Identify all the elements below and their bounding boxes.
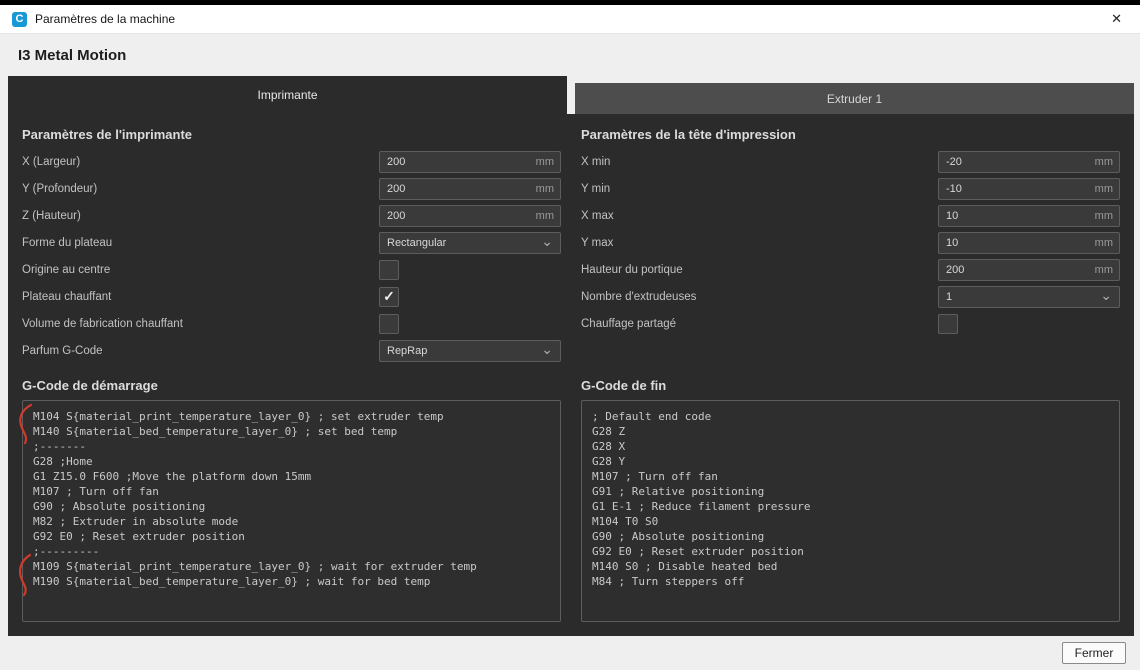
x-max-row: X max mm: [581, 202, 1120, 229]
y-min-label: Y min: [581, 182, 611, 195]
end-gcode-section: G-Code de fin ; Default end code G28 Z G…: [581, 366, 1120, 622]
printhead-settings-column: Paramètres de la tête d'impression X min…: [581, 114, 1120, 364]
machine-name: I3 Metal Motion: [18, 47, 127, 64]
shared-heater-row: Chauffage partagé: [581, 310, 1120, 337]
end-gcode-title: G-Code de fin: [581, 378, 667, 393]
origin-at-center-checkbox[interactable]: [379, 259, 399, 280]
y-min-input[interactable]: [938, 177, 1120, 200]
tab-extruder-1-label: Extruder 1: [826, 91, 883, 106]
chevron-down-icon: ⌄: [541, 232, 553, 249]
y-min-row: Y min mm: [581, 175, 1120, 202]
gcode-flavor-ctrl: RepRap ⌄: [379, 339, 561, 362]
close-icon[interactable]: ✕: [1105, 9, 1128, 29]
z-height-input[interactable]: [379, 204, 561, 227]
gcode-flavor-label: Parfum G-Code: [22, 344, 103, 357]
tab-imprimante-label: Imprimante: [257, 88, 318, 102]
gcode-flavor-row: Parfum G-Code RepRap ⌄: [22, 337, 561, 364]
gantry-height-input[interactable]: [938, 258, 1120, 281]
shared-heater-label: Chauffage partagé: [581, 317, 677, 330]
printer-settings-title: Paramètres de l'imprimante: [22, 127, 192, 142]
chevron-down-icon: ⌄: [1100, 286, 1112, 303]
extruder-count-select[interactable]: 1 ⌄: [938, 285, 1120, 308]
x-width-input[interactable]: [379, 150, 561, 173]
build-plate-shape-label: Forme du plateau: [22, 236, 113, 249]
x-max-field: mm: [938, 204, 1120, 227]
gcode-flavor-value: RepRap: [387, 344, 428, 357]
build-plate-shape-select[interactable]: Rectangular ⌄: [379, 231, 561, 254]
footer-bar: Fermer: [0, 636, 1140, 670]
x-min-label: X min: [581, 155, 611, 168]
x-max-input[interactable]: [938, 204, 1120, 227]
heated-bed-row: Plateau chauffant ✓: [22, 283, 561, 310]
end-gcode-editor[interactable]: ; Default end code G28 Z G28 X G28 Y M10…: [581, 400, 1120, 622]
extruder-count-ctrl: 1 ⌄: [938, 285, 1120, 308]
tab-imprimante[interactable]: Imprimante: [8, 76, 567, 114]
z-height-row: Z (Hauteur) mm: [22, 202, 561, 229]
heated-build-volume-ctrl: [379, 313, 561, 334]
y-depth-input[interactable]: [379, 177, 561, 200]
machine-settings-panel: Imprimante Extruder 1 Paramètres de l'im…: [8, 76, 1134, 636]
panel-body: Paramètres de l'imprimante X (Largeur) m…: [8, 114, 1134, 636]
window-titlebar: C Paramètres de la machine ✕: [0, 5, 1140, 34]
printer-settings-column: Paramètres de l'imprimante X (Largeur) m…: [22, 114, 561, 364]
extruder-count-row: Nombre d'extrudeuses 1 ⌄: [581, 283, 1120, 310]
build-plate-shape-ctrl: Rectangular ⌄: [379, 231, 561, 254]
build-plate-shape-row: Forme du plateau Rectangular ⌄: [22, 229, 561, 256]
z-height-field: mm: [379, 204, 561, 227]
gcode-flavor-select[interactable]: RepRap ⌄: [379, 339, 561, 362]
y-depth-row: Y (Profondeur) mm: [22, 175, 561, 202]
heated-build-volume-checkbox[interactable]: [379, 313, 399, 334]
y-min-field: mm: [938, 177, 1120, 200]
cura-logo-icon: C: [12, 11, 27, 27]
start-gcode-editor[interactable]: M104 S{material_print_temperature_layer_…: [22, 400, 561, 622]
y-depth-label: Y (Profondeur): [22, 182, 98, 195]
origin-at-center-label: Origine au centre: [22, 263, 111, 276]
x-width-row: X (Largeur) mm: [22, 148, 561, 175]
x-width-label: X (Largeur): [22, 155, 81, 168]
heated-bed-checkbox[interactable]: ✓: [379, 286, 399, 307]
build-plate-shape-value: Rectangular: [387, 236, 447, 249]
chevron-down-icon: ⌄: [541, 340, 553, 357]
shared-heater-checkbox[interactable]: [938, 313, 958, 334]
x-min-row: X min mm: [581, 148, 1120, 175]
gantry-height-field: mm: [938, 258, 1120, 281]
heated-bed-label: Plateau chauffant: [22, 290, 112, 303]
printhead-settings-title: Paramètres de la tête d'impression: [581, 127, 796, 142]
shared-heater-ctrl: [938, 313, 1120, 334]
x-max-label: X max: [581, 209, 614, 222]
extruder-count-label: Nombre d'extrudeuses: [581, 290, 697, 303]
y-max-row: Y max mm: [581, 229, 1120, 256]
x-min-field: mm: [938, 150, 1120, 173]
heated-build-volume-label: Volume de fabrication chauffant: [22, 317, 183, 330]
gantry-height-label: Hauteur du portique: [581, 263, 683, 276]
gantry-height-row: Hauteur du portique mm: [581, 256, 1120, 283]
x-min-input[interactable]: [938, 150, 1120, 173]
y-max-field: mm: [938, 231, 1120, 254]
heated-bed-ctrl: ✓: [379, 286, 561, 307]
y-depth-field: mm: [379, 177, 561, 200]
x-width-field: mm: [379, 150, 561, 173]
z-height-label: Z (Hauteur): [22, 209, 81, 222]
extruder-count-value: 1: [946, 290, 953, 303]
heated-build-volume-row: Volume de fabrication chauffant: [22, 310, 561, 337]
origin-at-center-row: Origine au centre: [22, 256, 561, 283]
window-title: Paramètres de la machine: [35, 12, 176, 26]
start-gcode-title: G-Code de démarrage: [22, 378, 158, 393]
start-gcode-section: G-Code de démarrage M104 S{material_prin…: [19, 366, 561, 622]
y-max-label: Y max: [581, 236, 614, 249]
tab-bar: Imprimante Extruder 1: [8, 76, 1134, 114]
origin-at-center-ctrl: [379, 259, 561, 280]
tab-extruder-1[interactable]: Extruder 1: [575, 83, 1134, 114]
fermer-button[interactable]: Fermer: [1062, 642, 1126, 664]
y-max-input[interactable]: [938, 231, 1120, 254]
